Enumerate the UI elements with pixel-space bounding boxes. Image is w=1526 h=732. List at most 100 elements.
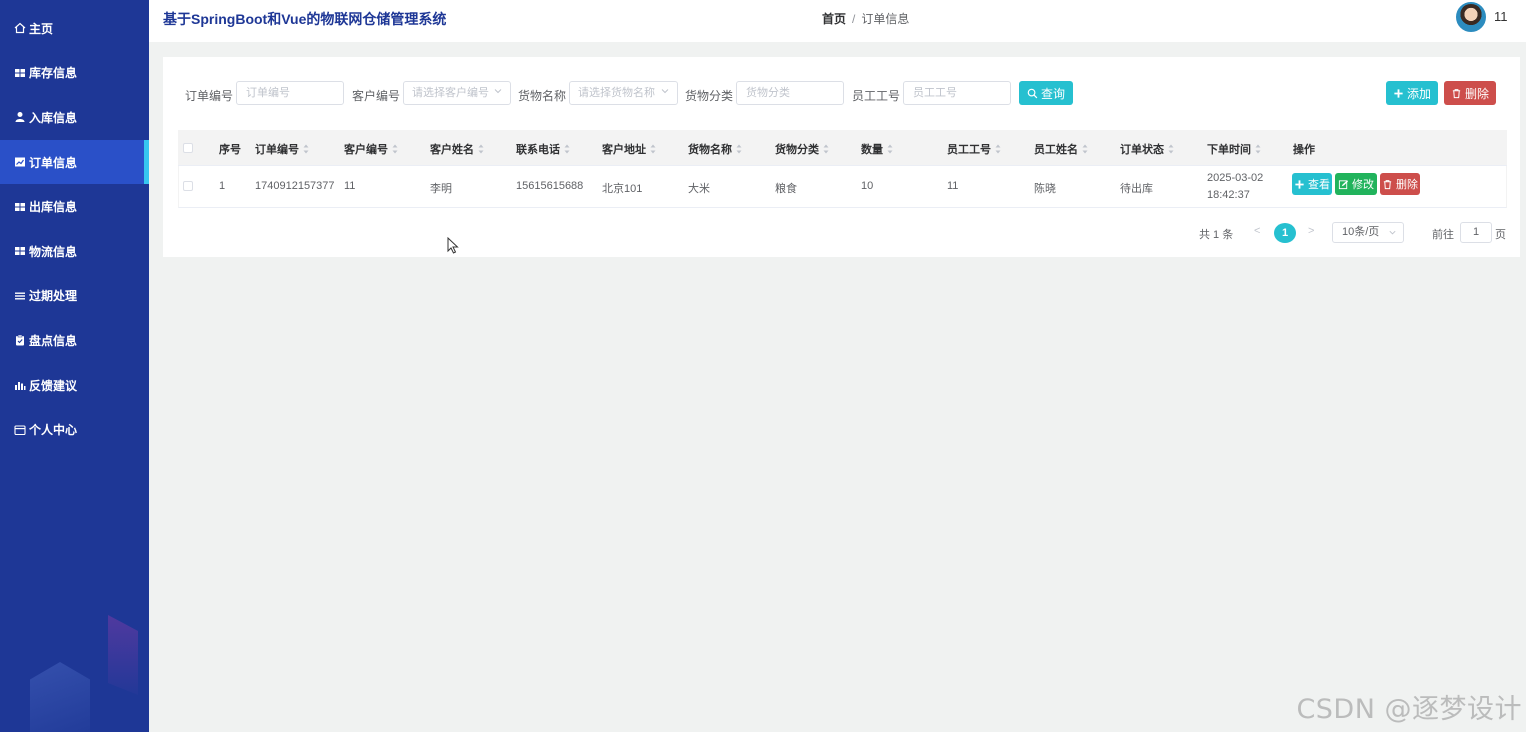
column-header: 操作 — [1293, 144, 1315, 156]
sidebar-item-expired[interactable]: 过期处理 — [0, 274, 149, 319]
employee-no-label: 员工工号 — [852, 89, 901, 103]
sidebar-item-stocktake[interactable]: 盘点信息 — [0, 318, 149, 363]
sort-icon[interactable] — [887, 144, 893, 154]
search-button[interactable]: 查询 — [1019, 81, 1073, 105]
cell-goods-name: 大米 — [688, 183, 710, 195]
sort-icon[interactable] — [736, 144, 742, 154]
sidebar-item-label: 盘点信息 — [29, 333, 78, 348]
sort-icon[interactable] — [392, 144, 398, 154]
pagination-total: 共 1 条 — [1199, 229, 1234, 241]
column-header[interactable]: 数量 — [861, 141, 893, 157]
grid-icon — [14, 67, 26, 79]
page-size-value: 10条/页 — [1342, 226, 1380, 238]
cell-quantity: 10 — [861, 180, 874, 192]
cell-order-time: 2025-03-02 18:42:37 — [1207, 172, 1264, 201]
order-no-input[interactable] — [236, 81, 344, 105]
sidebar-item-logistics[interactable]: 物流信息 — [0, 229, 149, 274]
pagination-goto-label: 前往 — [1432, 229, 1454, 241]
sidebar-item-home[interactable]: 主页 — [0, 6, 149, 51]
delete-button[interactable]: 删除 — [1380, 173, 1420, 195]
avatar[interactable] — [1456, 2, 1486, 32]
sort-icon[interactable] — [1255, 144, 1261, 154]
sidebar-item-label: 入库信息 — [29, 110, 78, 125]
sort-icon[interactable] — [1082, 144, 1088, 154]
sidebar-item-feedback[interactable]: 反馈建议 — [0, 363, 149, 408]
batch-delete-button-label: 删除 — [1464, 86, 1489, 101]
search-icon — [1027, 88, 1038, 98]
sidebar-item-label: 个人中心 — [29, 423, 78, 438]
pagination-prev[interactable]: < — [1254, 225, 1260, 237]
sort-icon[interactable] — [478, 144, 484, 154]
top-header: 基于SpringBoot和Vue的物联网仓储管理系统 首页 / 订单信息 11 — [149, 0, 1526, 42]
chevron-down-icon — [661, 89, 669, 94]
sidebar-item-label: 物流信息 — [29, 244, 78, 259]
delete-button-label: 删除 — [1396, 179, 1418, 191]
cell-customer-no: 11 — [344, 180, 356, 192]
add-button[interactable]: 添加 — [1386, 81, 1438, 105]
sidebar-item-orders[interactable]: 订单信息 — [0, 139, 149, 185]
column-header[interactable]: 订单状态 — [1120, 141, 1174, 157]
orders-panel: 订单编号 客户编号 请选择客户编号 货物名称 请选择货物名称 货物分类 员工工号… — [163, 57, 1520, 257]
goods-category-input[interactable] — [736, 81, 844, 105]
column-header[interactable]: 订单编号 — [255, 141, 309, 157]
column-header[interactable]: 客户姓名 — [430, 141, 484, 157]
sort-icon[interactable] — [823, 144, 829, 154]
sidebar-item-inventory[interactable]: 库存信息 — [0, 51, 149, 96]
sort-icon[interactable] — [303, 144, 309, 154]
employee-no-input[interactable] — [903, 81, 1011, 105]
pagination-next[interactable]: > — [1308, 225, 1314, 237]
sidebar-item-label: 库存信息 — [29, 66, 78, 81]
sidebar-item-label: 过期处理 — [29, 289, 78, 304]
plus-icon — [1295, 179, 1304, 189]
column-header: 序号 — [219, 144, 241, 156]
sidebar-item-profile[interactable]: 个人中心 — [0, 407, 149, 452]
sort-icon[interactable] — [564, 144, 570, 154]
customer-no-select[interactable]: 请选择客户编号 — [403, 81, 511, 105]
column-header[interactable]: 员工姓名 — [1034, 141, 1088, 157]
view-button-label: 查看 — [1308, 179, 1330, 191]
cell-order-no: 1740912157377 — [255, 180, 335, 192]
column-header[interactable]: 客户编号 — [344, 141, 398, 157]
row-checkbox[interactable] — [183, 181, 193, 191]
pagination-page-suffix: 页 — [1495, 229, 1506, 241]
username[interactable]: 11 — [1494, 9, 1508, 24]
chart-icon — [14, 156, 26, 168]
sidebar-item-label: 出库信息 — [29, 200, 78, 215]
sidebar-item-inbound[interactable]: 入库信息 — [0, 95, 149, 140]
sort-icon[interactable] — [1168, 144, 1174, 154]
sort-icon[interactable] — [995, 144, 1001, 154]
select-all-checkbox[interactable] — [183, 143, 193, 153]
customer-no-label: 客户编号 — [352, 89, 401, 103]
sidebar-item-outbound[interactable]: 出库信息 — [0, 184, 149, 229]
watermark: CSDN @逐梦设计 — [1296, 694, 1522, 725]
column-header[interactable]: 客户地址 — [602, 141, 656, 157]
view-button[interactable]: 查看 — [1292, 173, 1332, 195]
decorative-cube — [30, 662, 90, 732]
chevron-down-icon — [1389, 230, 1396, 235]
column-header[interactable]: 联系电话 — [516, 141, 570, 157]
cell-status: 待出库 — [1120, 183, 1153, 195]
list-icon — [14, 290, 26, 302]
column-header[interactable]: 货物分类 — [775, 141, 829, 157]
mouse-cursor-icon — [447, 237, 459, 254]
chevron-down-icon — [494, 89, 502, 94]
sort-icon[interactable] — [650, 144, 656, 154]
pagination-current-page[interactable]: 1 — [1274, 223, 1296, 243]
batch-delete-button[interactable]: 删除 — [1444, 81, 1496, 105]
column-header[interactable]: 货物名称 — [688, 141, 742, 157]
column-header[interactable]: 下单时间 — [1207, 141, 1261, 157]
grid-icon — [14, 245, 26, 257]
page-size-select[interactable]: 10条/页 — [1332, 222, 1404, 243]
edit-button[interactable]: 修改 — [1335, 173, 1377, 195]
sidebar-item-label: 订单信息 — [29, 155, 78, 170]
search-button-label: 查询 — [1040, 86, 1065, 101]
breadcrumb-separator: / — [852, 12, 856, 26]
plus-icon — [1394, 88, 1403, 98]
column-header[interactable]: 员工工号 — [947, 141, 1001, 157]
cell-customer-name: 李明 — [430, 183, 452, 195]
cell-employee-no: 11 — [947, 180, 959, 192]
breadcrumb-home[interactable]: 首页 — [822, 12, 846, 26]
goods-name-select[interactable]: 请选择货物名称 — [569, 81, 678, 105]
pagination-goto-input[interactable]: 1 — [1460, 222, 1492, 243]
sidebar-item-label: 主页 — [29, 21, 54, 36]
